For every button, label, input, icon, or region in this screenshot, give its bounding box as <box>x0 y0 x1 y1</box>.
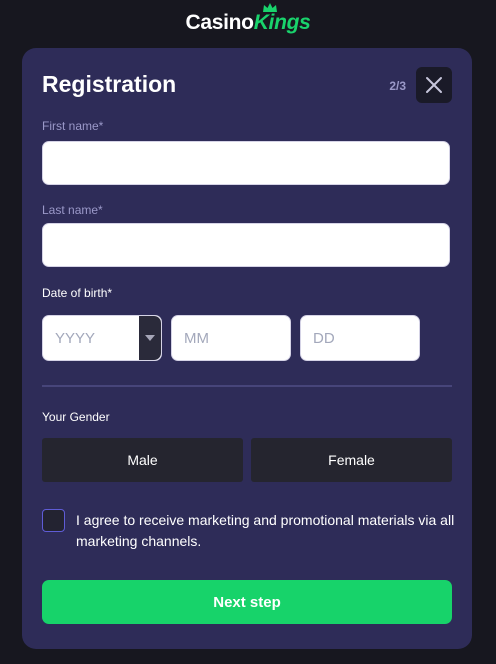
registration-modal: Registration 2/3 First name* Last name* … <box>22 48 472 649</box>
year-dropdown-toggle[interactable] <box>139 316 161 360</box>
month-placeholder: MM <box>184 329 209 347</box>
step-indicator: 2/3 <box>389 79 406 93</box>
year-select[interactable]: YYYY <box>42 315 162 361</box>
close-button[interactable] <box>416 67 452 103</box>
last-name-label: Last name* <box>42 203 103 217</box>
month-input[interactable]: MM <box>171 315 291 361</box>
gender-male-button[interactable]: Male <box>42 438 243 482</box>
next-step-button[interactable]: Next step <box>42 580 452 624</box>
crown-icon <box>263 3 278 12</box>
last-name-input[interactable] <box>42 223 450 267</box>
first-name-input[interactable] <box>42 141 450 185</box>
day-placeholder: DD <box>313 329 335 347</box>
modal-title: Registration <box>42 71 177 97</box>
logo-casino: Casino <box>185 11 254 34</box>
gender-female-button[interactable]: Female <box>251 438 452 482</box>
section-divider <box>42 385 452 387</box>
logo-kings: Kings <box>253 11 311 34</box>
date-of-birth-label: Date of birth* <box>42 286 113 300</box>
consent-text: I agree to receive marketing and promoti… <box>76 512 455 549</box>
close-icon <box>426 77 442 93</box>
year-placeholder: YYYY <box>55 329 96 347</box>
consent-checkbox[interactable] <box>42 509 65 532</box>
logo: CasinoKings <box>0 0 496 42</box>
chevron-down-icon <box>145 335 155 341</box>
first-name-label: First name* <box>42 119 104 133</box>
logo-wordmark: CasinoKings <box>185 3 311 35</box>
day-input[interactable]: DD <box>300 315 420 361</box>
gender-label: Your Gender <box>42 410 110 424</box>
